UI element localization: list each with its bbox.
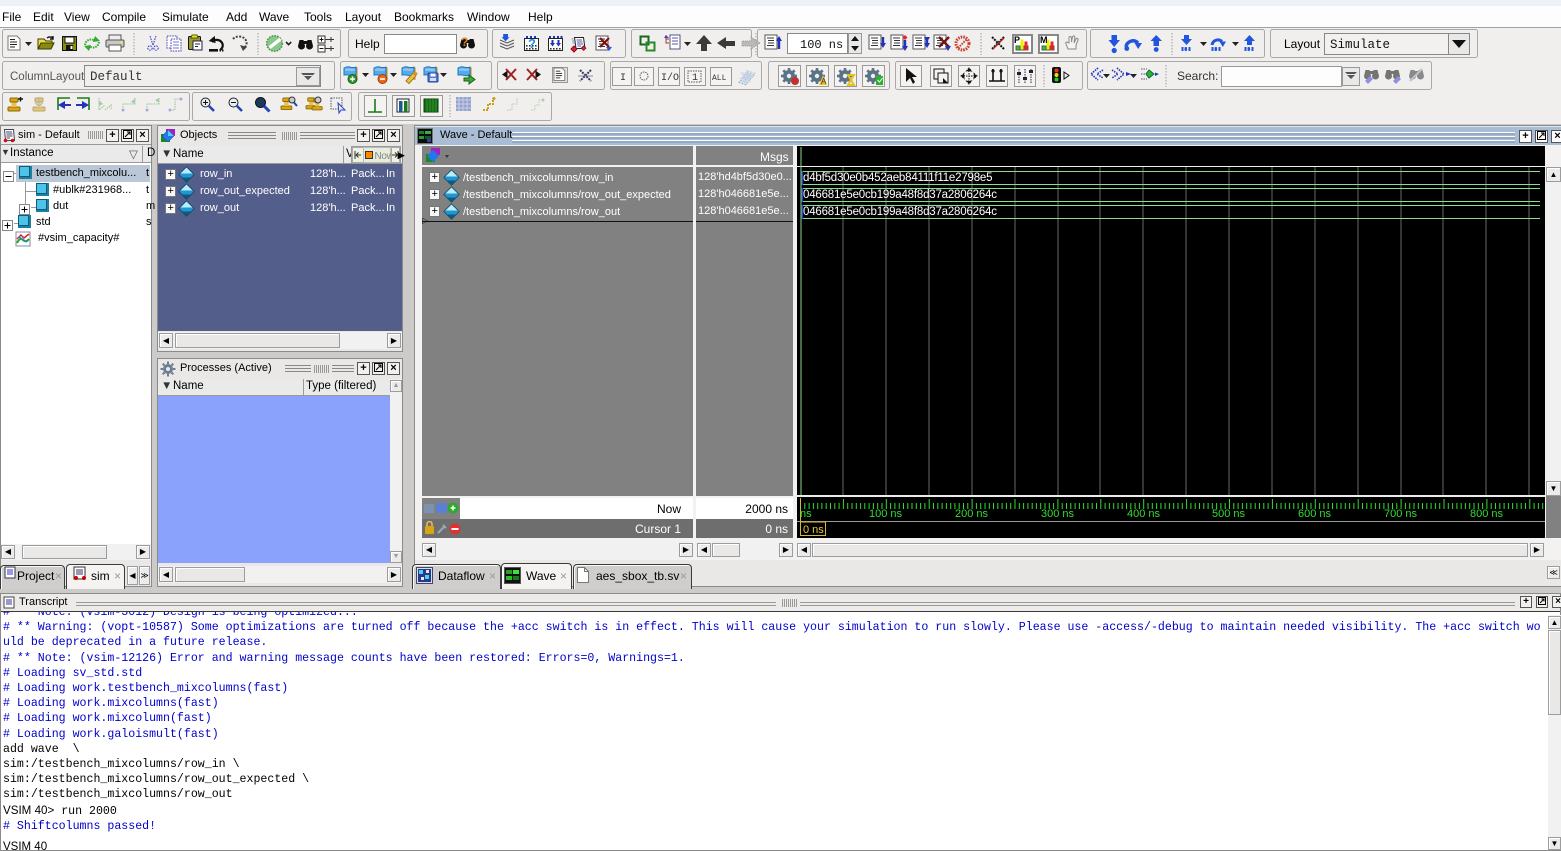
svg-text:100 ns: 100 ns: [869, 508, 903, 520]
svg-text:Help: Help: [355, 37, 380, 51]
svg-text:0 ns: 0 ns: [803, 524, 824, 536]
svg-text:?: ?: [461, 35, 468, 49]
svg-text:600 ns: 600 ns: [1298, 508, 1332, 520]
svg-text:300 ns: 300 ns: [1041, 508, 1075, 520]
svg-text:400 ns: 400 ns: [1127, 508, 1161, 520]
svg-text:Simulate: Simulate: [1330, 38, 1390, 52]
svg-text:ALL: ALL: [712, 74, 727, 83]
svg-text:800 ns: 800 ns: [1470, 508, 1504, 520]
svg-text:M: M: [1040, 35, 1048, 45]
svg-text:A: A: [821, 77, 827, 86]
svg-text:ns: ns: [800, 508, 812, 520]
svg-text:700 ns: 700 ns: [1384, 508, 1418, 520]
svg-text:1: 1: [692, 73, 698, 84]
svg-text:500 ns: 500 ns: [1212, 508, 1246, 520]
svg-text:200 ns: 200 ns: [955, 508, 989, 520]
svg-text:?: ?: [528, 36, 536, 51]
svg-text:Layout: Layout: [1284, 37, 1321, 51]
svg-text:ColumnLayout: ColumnLayout: [10, 71, 85, 83]
svg-text:I/O: I/O: [661, 72, 679, 84]
svg-text:Search:: Search:: [1177, 69, 1218, 83]
svg-text:P: P: [1014, 35, 1020, 45]
svg-text:I: I: [620, 73, 626, 84]
svg-text:Default: Default: [90, 70, 143, 84]
svg-text:100 ns: 100 ns: [800, 38, 843, 52]
